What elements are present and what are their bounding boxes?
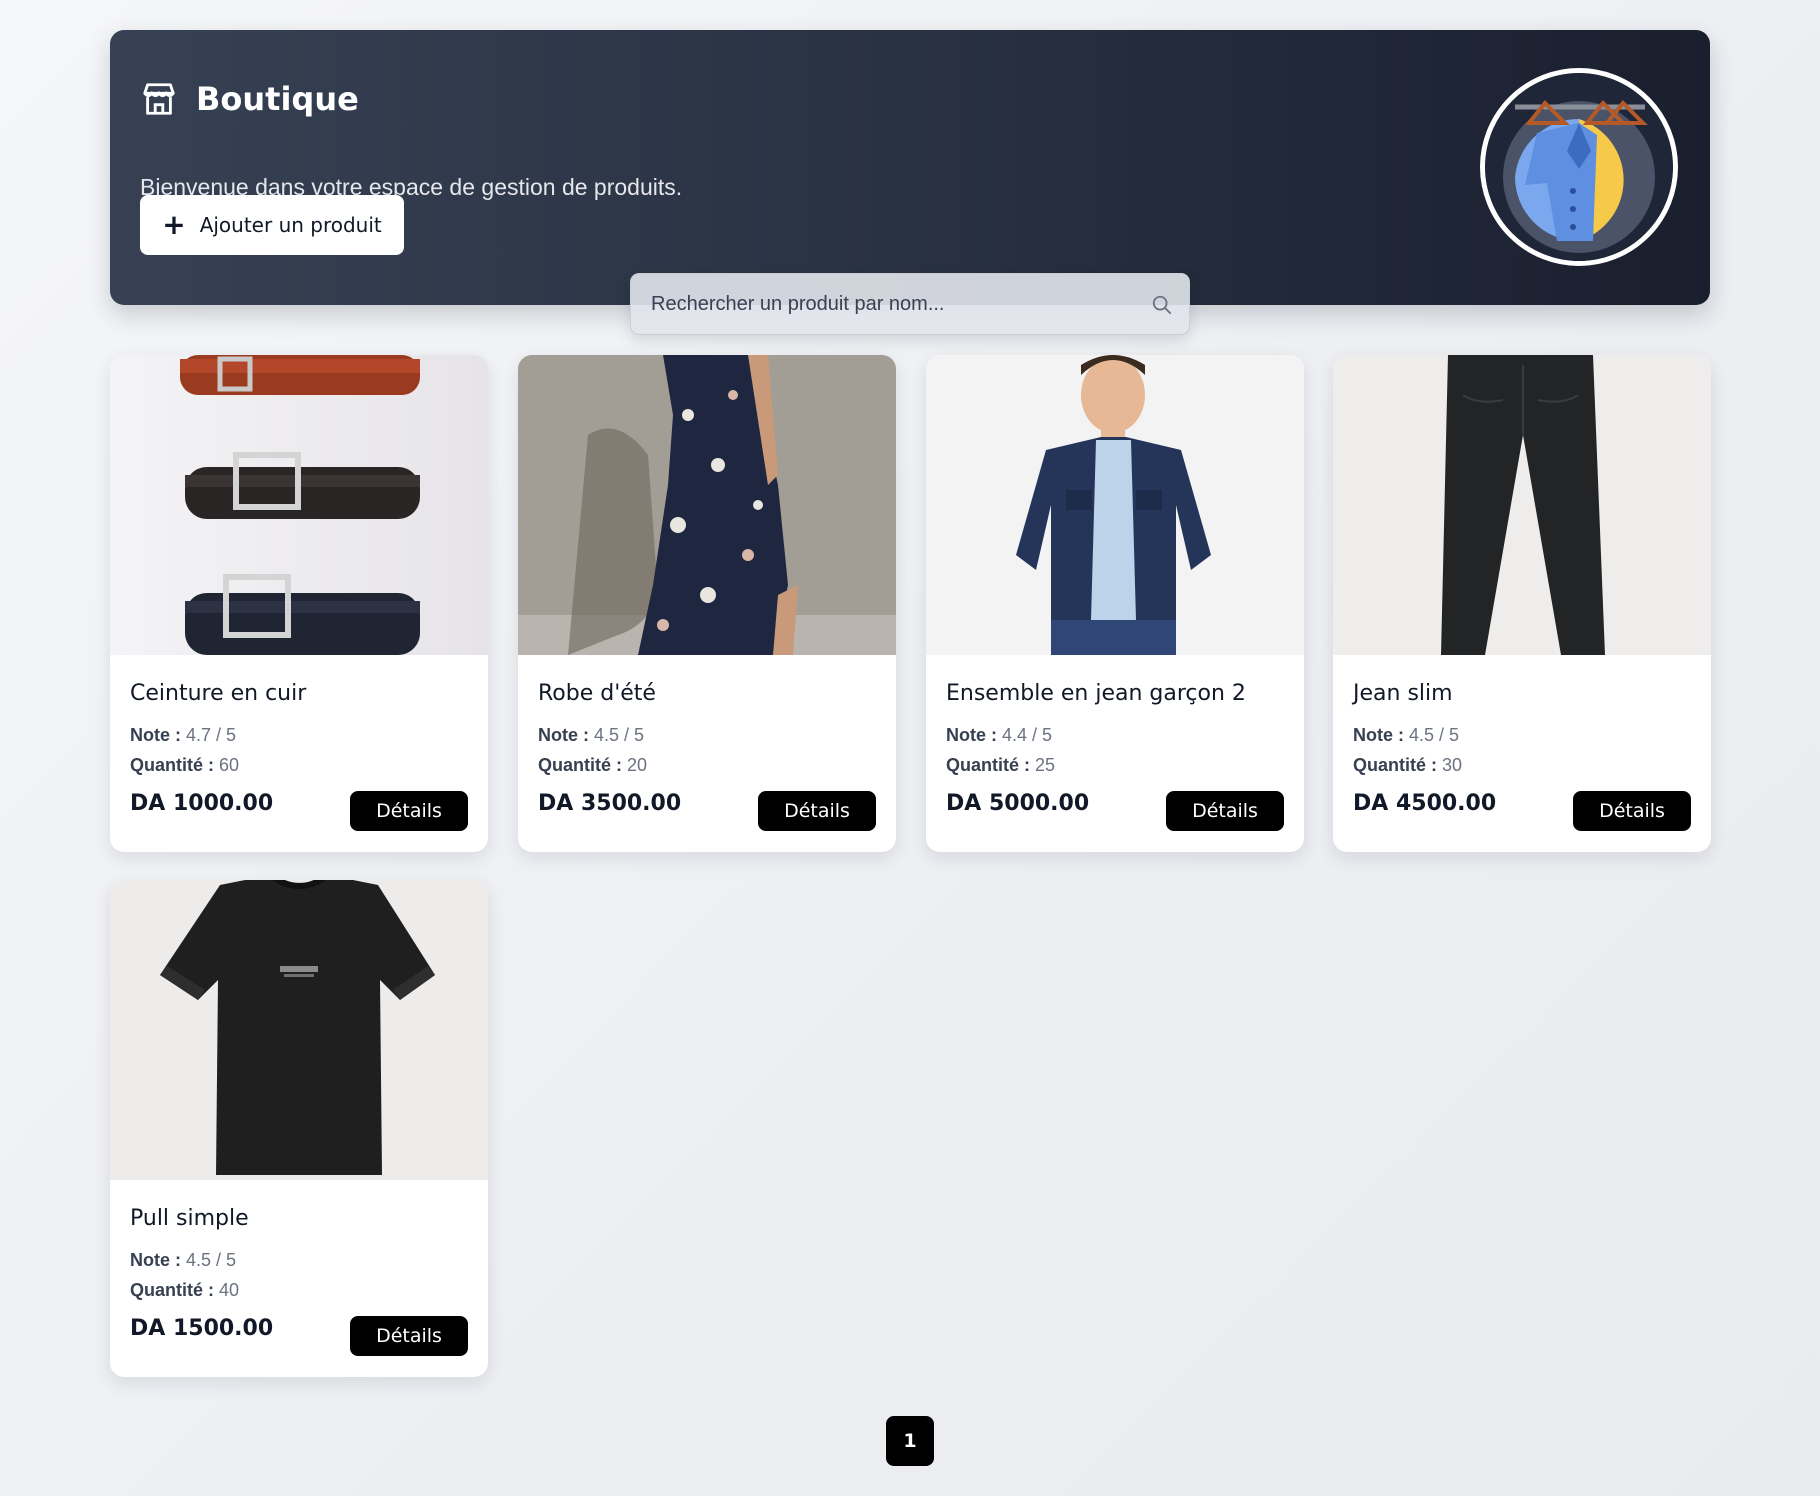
- product-quantity: Quantité : 30: [1353, 755, 1462, 776]
- details-button[interactable]: Détails: [1166, 791, 1284, 831]
- product-rating: Note : 4.5 / 5: [538, 725, 644, 746]
- wardrobe-badge: [1480, 68, 1678, 266]
- rating-value: 4.5 / 5: [186, 1250, 237, 1270]
- rating-value: 4.4 / 5: [1002, 725, 1053, 745]
- product-card: Pull simple Note : 4.5 / 5 Quantité : 40…: [110, 880, 488, 1377]
- product-rating: Note : 4.4 / 5: [946, 725, 1052, 746]
- wardrobe-icon: [1485, 73, 1673, 261]
- search-input[interactable]: [631, 274, 1189, 334]
- product-name: Ensemble en jean garçon 2: [946, 681, 1246, 706]
- product-card: Ensemble en jean garçon 2 Note : 4.4 / 5…: [926, 355, 1304, 852]
- product-price: DA 5000.00: [946, 791, 1090, 816]
- search-icon[interactable]: [1151, 294, 1173, 316]
- search-box: [630, 273, 1190, 335]
- quantity-value: 30: [1442, 755, 1463, 775]
- product-price: DA 4500.00: [1353, 791, 1497, 816]
- product-image-tshirt: [110, 880, 488, 1180]
- rating-label: Note :: [130, 725, 181, 745]
- product-name: Jean slim: [1353, 681, 1453, 706]
- quantity-label: Quantité :: [1353, 755, 1437, 775]
- quantity-value: 60: [219, 755, 240, 775]
- details-button[interactable]: Détails: [350, 1316, 468, 1356]
- details-button[interactable]: Détails: [350, 791, 468, 831]
- product-price: DA 3500.00: [538, 791, 682, 816]
- rating-value: 4.7 / 5: [186, 725, 237, 745]
- product-card: Ceinture en cuir Note : 4.7 / 5 Quantité…: [110, 355, 488, 852]
- details-button[interactable]: Détails: [758, 791, 876, 831]
- product-name: Ceinture en cuir: [130, 681, 307, 706]
- rating-label: Note :: [130, 1250, 181, 1270]
- product-name: Robe d'été: [538, 681, 656, 706]
- header-banner: Boutique Bienvenue dans votre espace de …: [110, 30, 1710, 305]
- product-price: DA 1000.00: [130, 791, 274, 816]
- product-image-belts: [110, 355, 488, 655]
- product-quantity: Quantité : 20: [538, 755, 647, 776]
- product-image-dress: [518, 355, 896, 655]
- rating-label: Note :: [946, 725, 997, 745]
- product-rating: Note : 4.5 / 5: [130, 1250, 236, 1271]
- quantity-label: Quantité :: [130, 1280, 214, 1300]
- rating-value: 4.5 / 5: [594, 725, 645, 745]
- product-quantity: Quantité : 25: [946, 755, 1055, 776]
- add-product-label: Ajouter un produit: [199, 213, 382, 237]
- product-card: Robe d'été Note : 4.5 / 5 Quantité : 20 …: [518, 355, 896, 852]
- plus-icon: +: [162, 208, 186, 241]
- product-rating: Note : 4.7 / 5: [130, 725, 236, 746]
- product-name: Pull simple: [130, 1206, 249, 1231]
- store-icon: [143, 83, 175, 115]
- quantity-value: 20: [627, 755, 648, 775]
- quantity-label: Quantité :: [946, 755, 1030, 775]
- header-title-row: Boutique: [140, 80, 359, 118]
- product-card: Jean slim Note : 4.5 / 5 Quantité : 30 D…: [1333, 355, 1711, 852]
- pagination-page-button[interactable]: 1: [886, 1416, 934, 1466]
- product-rating: Note : 4.5 / 5: [1353, 725, 1459, 746]
- product-price: DA 1500.00: [130, 1316, 274, 1341]
- rating-label: Note :: [538, 725, 589, 745]
- details-button[interactable]: Détails: [1573, 791, 1691, 831]
- rating-value: 4.5 / 5: [1409, 725, 1460, 745]
- product-image-jeans: [1333, 355, 1711, 655]
- quantity-value: 25: [1035, 755, 1056, 775]
- add-product-button[interactable]: + Ajouter un produit: [140, 195, 404, 255]
- quantity-label: Quantité :: [538, 755, 622, 775]
- quantity-label: Quantité :: [130, 755, 214, 775]
- quantity-value: 40: [219, 1280, 240, 1300]
- product-quantity: Quantité : 40: [130, 1280, 239, 1301]
- product-image-denim: [926, 355, 1304, 655]
- page-title: Boutique: [196, 80, 359, 118]
- rating-label: Note :: [1353, 725, 1404, 745]
- product-quantity: Quantité : 60: [130, 755, 239, 776]
